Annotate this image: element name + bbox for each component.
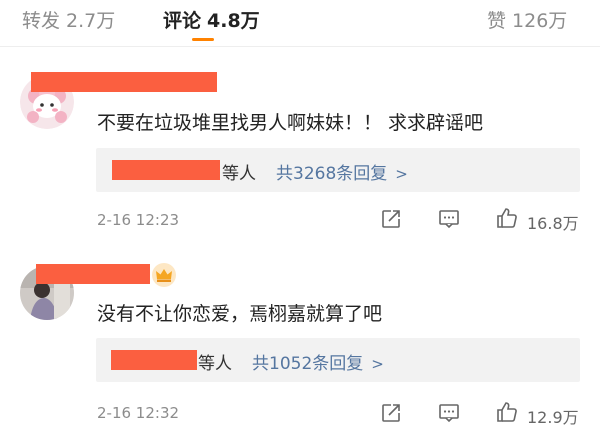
- comment-time: 2-16 12:23: [97, 211, 180, 229]
- like-icon[interactable]: [495, 400, 519, 424]
- tab-comments-count: 4.8万: [207, 10, 260, 32]
- tab-likes-label: 赞: [487, 10, 507, 32]
- tab-comments-label: 评论: [163, 10, 202, 32]
- tab-reposts-count: 2.7万: [66, 10, 116, 32]
- reply-count-link[interactable]: 共3268条回复 >: [276, 159, 408, 184]
- comment-icon[interactable]: [437, 401, 461, 425]
- tab-likes[interactable]: 赞 126万: [487, 6, 567, 33]
- tab-reposts-label: 转发: [22, 10, 61, 32]
- tabs-divider: [0, 46, 600, 47]
- reply-count-text: 共1052条回复: [252, 354, 364, 374]
- reply-users-redacted: [112, 160, 220, 180]
- share-icon[interactable]: [379, 207, 403, 231]
- reply-summary[interactable]: 等人 共1052条回复 >: [96, 338, 580, 382]
- username-redacted[interactable]: [36, 264, 150, 284]
- reply-summary[interactable]: 等人 共3268条回复 >: [96, 148, 580, 192]
- reply-users-suffix: 等人: [198, 354, 232, 374]
- chevron-right-icon: >: [371, 355, 384, 373]
- tab-comments[interactable]: 评论 4.8万: [163, 6, 260, 33]
- reply-count-text: 共3268条回复: [276, 164, 388, 184]
- crown-icon: [152, 263, 176, 287]
- comment-text: 不要在垃圾堆里找男人啊妹妹！！ 求求辟谣吧: [97, 112, 484, 134]
- comment-time: 2-16 12:32: [97, 404, 180, 422]
- comment-tabs: 转发 2.7万 评论 4.8万 赞 126万: [0, 0, 600, 41]
- comment-icon[interactable]: [437, 207, 461, 231]
- username-redacted[interactable]: [31, 72, 217, 92]
- active-tab-indicator: [192, 38, 214, 41]
- like-icon[interactable]: [495, 206, 519, 230]
- tab-likes-count: 126万: [512, 10, 568, 32]
- like-count: 16.8万: [527, 214, 579, 233]
- reply-users-suffix: 等人: [222, 164, 256, 184]
- share-icon[interactable]: [379, 401, 403, 425]
- like-count: 12.9万: [527, 408, 579, 427]
- reply-users-redacted: [111, 350, 197, 370]
- comment-text: 没有不让你恋爱，焉栩嘉就算了吧: [97, 303, 383, 325]
- chevron-right-icon: >: [395, 165, 408, 183]
- reply-count-link[interactable]: 共1052条回复 >: [252, 349, 384, 374]
- tab-reposts[interactable]: 转发 2.7万: [22, 6, 115, 33]
